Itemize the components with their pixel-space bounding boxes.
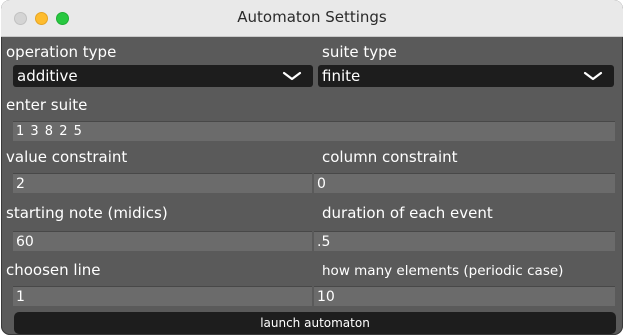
value-constraint-label: value constraint: [6, 148, 128, 166]
chevron-down-icon: [583, 71, 603, 81]
automaton-settings-window: Automaton Settings operation type suite …: [1, 0, 623, 335]
starting-note-label: starting note (midics): [6, 204, 168, 222]
suite-type-value: finite: [322, 67, 361, 85]
value-constraint-input[interactable]: 2: [13, 173, 312, 193]
chevron-down-icon: [282, 71, 302, 81]
title-bar: Automaton Settings: [1, 0, 623, 37]
column-constraint-input[interactable]: 0: [314, 173, 615, 193]
how-many-elements-input[interactable]: 10: [314, 286, 615, 306]
duration-label: duration of each event: [322, 204, 493, 222]
window-title: Automaton Settings: [237, 8, 387, 26]
operation-type-select[interactable]: additive: [13, 65, 313, 87]
operation-type-value: additive: [17, 67, 78, 85]
choosen-line-label: choosen line: [6, 261, 101, 279]
suite-type-label: suite type: [322, 43, 397, 61]
launch-automaton-button[interactable]: launch automaton: [14, 312, 616, 334]
starting-note-input[interactable]: 60: [13, 231, 312, 251]
suite-input[interactable]: 1 3 8 2 5: [13, 121, 615, 141]
duration-input[interactable]: .5: [314, 231, 615, 251]
operation-type-label: operation type: [6, 43, 117, 61]
column-constraint-label: column constraint: [322, 148, 458, 166]
suite-type-select[interactable]: finite: [318, 65, 614, 87]
choosen-line-input[interactable]: 1: [13, 286, 312, 306]
how-many-elements-label: how many elements (periodic case): [322, 263, 564, 279]
enter-suite-label: enter suite: [6, 96, 88, 114]
